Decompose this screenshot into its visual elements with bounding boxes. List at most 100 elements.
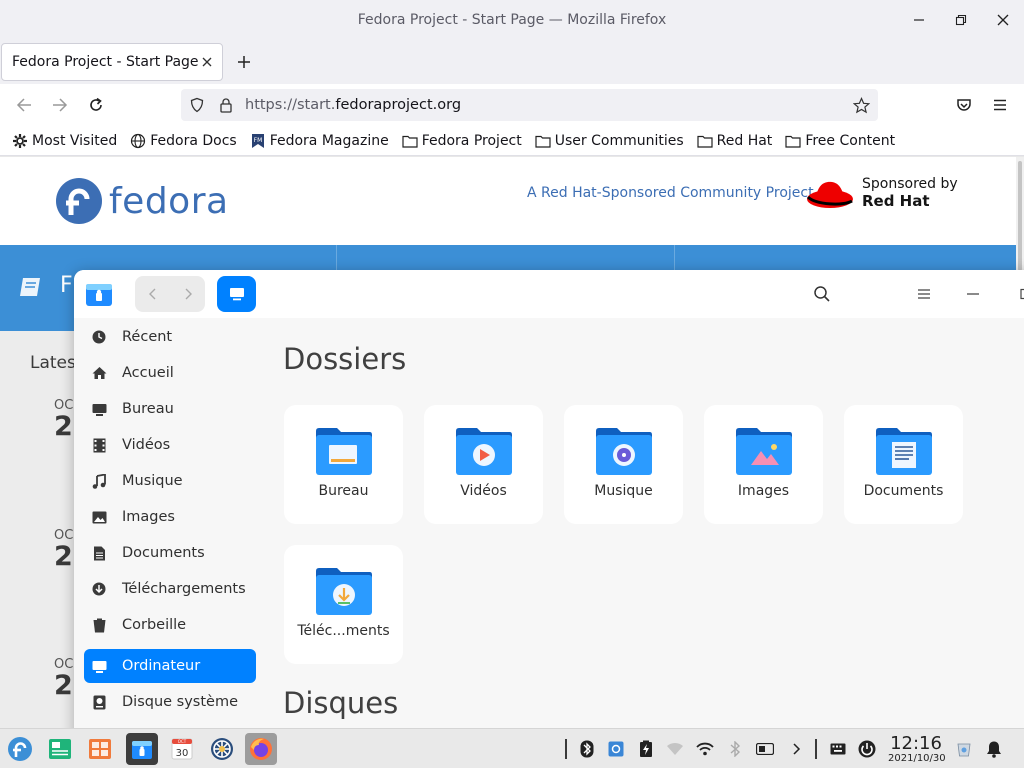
tray-notifications[interactable]	[985, 740, 1003, 758]
tray-wired-network[interactable]	[666, 740, 684, 758]
folder-tile-music[interactable]: Musique	[564, 405, 683, 524]
folder-tile-documents[interactable]: Documents	[844, 405, 963, 524]
documents-folder-icon	[876, 428, 932, 475]
sidebar-item-trash[interactable]: Corbeille	[84, 608, 256, 642]
taskbar-clock[interactable]: 12:16 2021/10/30	[888, 734, 946, 765]
page-tagline[interactable]: A Red Hat-Sponsored Community Project	[527, 185, 814, 201]
sidebar-item-computer[interactable]: Ordinateur	[84, 649, 256, 683]
launcher-button[interactable]	[4, 733, 36, 765]
bookmark-fedora-magazine[interactable]: FM Fedora Magazine	[250, 133, 389, 149]
minimize-button[interactable]	[898, 0, 940, 40]
tab-close-button[interactable]	[202, 57, 212, 67]
battery-charge-icon	[640, 740, 652, 757]
file-manager-app-icon	[132, 741, 152, 759]
new-tab-button[interactable]	[232, 50, 256, 74]
section-heading-disks: Disques	[283, 686, 399, 720]
sidebar-item-images[interactable]: Images	[84, 500, 256, 534]
forward-button[interactable]	[170, 276, 205, 312]
forward-button[interactable]	[47, 92, 73, 118]
taskbar-app-file-manager[interactable]	[126, 733, 158, 765]
tray-keyboard[interactable]	[829, 740, 847, 758]
browser-tab[interactable]: Fedora Project - Start Page	[1, 43, 223, 81]
sidebar-item-recent[interactable]: Récent	[84, 320, 256, 354]
bookmark-label: User Communities	[554, 132, 684, 149]
hamburger-icon	[994, 99, 1006, 111]
folder-icon	[402, 135, 418, 148]
shield-icon[interactable]	[189, 97, 205, 113]
tray-trash[interactable]	[955, 740, 973, 758]
taskbar-app-launcher-grid[interactable]	[84, 733, 116, 765]
tray-bluetooth-status[interactable]	[578, 740, 596, 758]
bookmark-free-content[interactable]: Free Content	[785, 133, 895, 149]
tray-battery[interactable]	[756, 740, 774, 758]
gear-icon	[13, 133, 27, 148]
pocket-icon	[957, 99, 971, 111]
close-button[interactable]	[982, 0, 1024, 40]
menu-button[interactable]	[987, 92, 1013, 118]
bookmark-user-communities[interactable]: User Communities	[535, 133, 684, 149]
folder-tile-videos[interactable]: Vidéos	[424, 405, 543, 524]
tray-power-button[interactable]	[858, 740, 876, 758]
scrollbar-thumb[interactable]	[1018, 161, 1022, 271]
hamburger-icon	[918, 289, 930, 299]
bookmark-red-hat[interactable]: Red Hat	[697, 133, 772, 149]
keyboard-icon	[830, 743, 846, 755]
sidebar-item-downloads[interactable]: Téléchargements	[84, 572, 256, 606]
arrow-left-icon	[16, 98, 31, 112]
sidebar-item-documents[interactable]: Documents	[84, 536, 256, 570]
folder-tile-desktop[interactable]: Bureau	[284, 405, 403, 524]
sidebar-item-music[interactable]: Musique	[84, 464, 256, 498]
tray-bluetooth[interactable]	[726, 740, 744, 758]
tray-wifi[interactable]	[696, 740, 714, 758]
folder-label: Musique	[594, 483, 653, 499]
sidebar-item-home[interactable]: Accueil	[84, 356, 256, 390]
bookmark-label: Fedora Docs	[150, 132, 237, 149]
arrow-right-icon	[53, 98, 68, 112]
back-button[interactable]	[135, 276, 170, 312]
tray-expand-button[interactable]	[787, 740, 805, 758]
file-manager-window: Récent Accueil Bureau Vidéos Musique Ima…	[74, 270, 1024, 740]
taskbar-app-multitask[interactable]	[44, 733, 76, 765]
tray-screenshot[interactable]	[607, 740, 625, 758]
image-icon	[92, 511, 106, 523]
restore-icon	[955, 14, 967, 26]
calendar-month: OCT	[178, 739, 187, 744]
menu-button[interactable]	[912, 282, 936, 306]
close-icon	[202, 57, 212, 67]
folder-tile-images[interactable]: Images	[704, 405, 823, 524]
maximize-button[interactable]	[1010, 282, 1024, 306]
restore-button[interactable]	[940, 0, 982, 40]
download-icon	[92, 582, 106, 596]
back-button[interactable]	[11, 92, 37, 118]
reload-button[interactable]	[83, 92, 109, 118]
lock-icon[interactable]	[219, 97, 233, 113]
tray-separator	[815, 739, 817, 759]
search-button[interactable]	[810, 282, 834, 306]
folder-tile-downloads[interactable]: Téléc...ments	[284, 545, 403, 664]
band-label[interactable]: F	[60, 273, 73, 298]
bookmark-most-visited[interactable]: Most Visited	[12, 133, 117, 149]
bookmark-fedora-project[interactable]: Fedora Project	[402, 133, 522, 149]
star-icon[interactable]	[853, 96, 870, 114]
taskbar-app-settings[interactable]	[206, 733, 238, 765]
url-bar[interactable]: https://start.fedoraproject.org	[181, 89, 878, 121]
fedora-logo[interactable]: fedora	[55, 177, 229, 225]
home-icon	[92, 367, 106, 379]
sidebar-item-desktop[interactable]: Bureau	[84, 392, 256, 426]
sponsor-text: Sponsored by Red Hat	[862, 176, 958, 211]
sidebar-item-label: Bureau	[122, 401, 174, 417]
reload-icon	[90, 97, 102, 111]
taskbar-app-firefox[interactable]	[245, 733, 277, 765]
music-folder-icon	[596, 428, 652, 475]
taskbar-app-calendar[interactable]: OCT 30	[166, 733, 198, 765]
sidebar-item-videos[interactable]: Vidéos	[84, 428, 256, 462]
pocket-button[interactable]	[951, 92, 977, 118]
breadcrumb-computer[interactable]	[217, 276, 256, 312]
bookmarks-toolbar: Most Visited Fedora Docs FM Fedora Magaz…	[0, 126, 1024, 156]
red-hat-sponsor[interactable]: Sponsored by Red Hat	[806, 175, 958, 211]
minimize-button[interactable]	[961, 282, 985, 306]
bookmark-fedora-docs[interactable]: Fedora Docs	[130, 132, 237, 149]
tray-power-manager[interactable]	[637, 740, 655, 758]
sidebar-item-system-disk[interactable]: Disque système	[84, 685, 256, 719]
bluetooth-icon	[580, 740, 594, 758]
